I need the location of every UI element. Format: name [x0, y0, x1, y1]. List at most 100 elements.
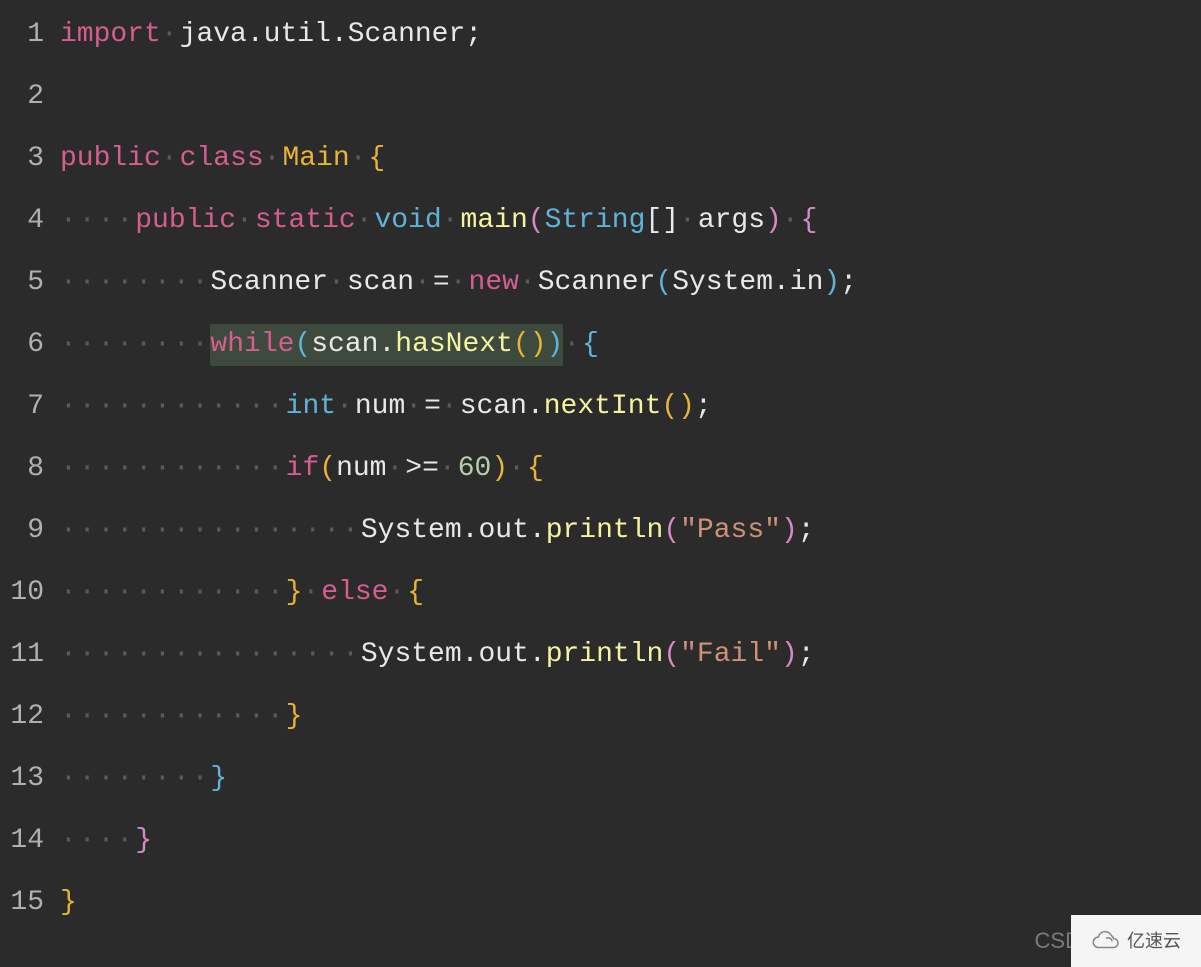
parens: () — [661, 386, 695, 428]
keyword-class: class — [180, 138, 264, 180]
scan-ref: scan. — [311, 329, 395, 360]
code-line: ····} — [60, 810, 1201, 872]
whitespace-dot: · — [450, 262, 469, 304]
whitespace-dot: · — [519, 262, 538, 304]
code-line: ········Scanner·scan·=·new·Scanner(Syste… — [60, 252, 1201, 314]
line-number: 7 — [0, 376, 44, 438]
indent-dots: ············ — [60, 386, 286, 428]
var-num: num — [355, 386, 405, 428]
brace-close: } — [135, 820, 152, 862]
method-println: println — [546, 510, 664, 552]
keyword-void: void — [375, 200, 442, 242]
line-number: 10 — [0, 562, 44, 624]
whitespace-dot: · — [679, 200, 698, 242]
whitespace-dot: · — [563, 324, 582, 366]
code-line: ········while(scan.hasNext())·{ — [60, 314, 1201, 376]
type-scanner: Scanner — [210, 262, 328, 304]
package-path: java.util.Scanner; — [180, 14, 482, 56]
brace-close: } — [210, 758, 227, 800]
keyword-else: else — [321, 572, 388, 614]
code-content[interactable]: import·java.util.Scanner; public·class·M… — [60, 4, 1201, 934]
highlighted-region: while(scan.hasNext()) — [210, 324, 563, 366]
semicolon: ; — [798, 634, 815, 676]
system-in: System.in — [672, 262, 823, 304]
scan-ref: scan. — [460, 386, 544, 428]
string-literal: "Pass" — [680, 510, 781, 552]
indent-dots: ············ — [60, 696, 286, 738]
brace-close: } — [286, 696, 303, 738]
keyword-while: while — [210, 329, 294, 360]
indent-dots: ········ — [60, 324, 210, 366]
brace-open: { — [801, 200, 818, 242]
whitespace-dot: · — [161, 14, 180, 56]
line-number: 3 — [0, 128, 44, 190]
method-main: main — [461, 200, 528, 242]
brace-close: } — [60, 882, 77, 924]
cloud-icon — [1091, 929, 1121, 954]
keyword-public: public — [60, 138, 161, 180]
line-number: 8 — [0, 438, 44, 500]
line-number: 15 — [0, 872, 44, 934]
whitespace-dot: · — [236, 200, 255, 242]
whitespace-dot: · — [405, 386, 424, 428]
operator-gte: >= — [405, 448, 439, 490]
code-line: ················System.out.println("Fail… — [60, 624, 1201, 686]
whitespace-dot: · — [356, 200, 375, 242]
whitespace-dot: · — [336, 386, 355, 428]
brace-open: { — [369, 138, 386, 180]
code-editor[interactable]: 1 2 3 4 5 6 7 8 9 10 11 12 13 14 15 impo… — [0, 0, 1201, 938]
code-line: ············if(num·>=·60)·{ — [60, 438, 1201, 500]
whitespace-dot: · — [439, 448, 458, 490]
keyword-new: new — [469, 262, 519, 304]
whitespace-dot: · — [414, 262, 433, 304]
number-literal: 60 — [458, 448, 492, 490]
parens: () — [513, 329, 547, 360]
line-number: 6 — [0, 314, 44, 376]
whitespace-dot: · — [508, 448, 527, 490]
method-println: println — [546, 634, 664, 676]
keyword-public: public — [135, 200, 236, 242]
keyword-static: static — [255, 200, 356, 242]
paren-open: ( — [528, 200, 545, 242]
keyword-int: int — [286, 386, 336, 428]
line-number: 2 — [0, 66, 44, 128]
indent-dots: ···· — [60, 820, 135, 862]
line-number: 4 — [0, 190, 44, 252]
semicolon: ; — [695, 386, 712, 428]
whitespace-dot: · — [328, 262, 347, 304]
ctor-scanner: Scanner — [538, 262, 656, 304]
paren-close: ) — [765, 200, 782, 242]
method-hasnext: hasNext — [395, 329, 513, 360]
paren-close: ) — [781, 510, 798, 552]
code-line: ····public·static·void·main(String[]·arg… — [60, 190, 1201, 252]
indent-dots: ············ — [60, 448, 286, 490]
code-line: ········} — [60, 748, 1201, 810]
equals: = — [433, 262, 450, 304]
whitespace-dot: · — [264, 138, 283, 180]
line-number: 9 — [0, 500, 44, 562]
semicolon: ; — [840, 262, 857, 304]
paren-close: ) — [781, 634, 798, 676]
brace-close: } — [286, 572, 303, 614]
whitespace-dot: · — [441, 386, 460, 428]
whitespace-dot: · — [302, 572, 321, 614]
code-line: ············} — [60, 686, 1201, 748]
paren-open: ( — [663, 510, 680, 552]
code-line: ················System.out.println("Pass… — [60, 500, 1201, 562]
type-string: String — [545, 200, 646, 242]
watermark-badge: 亿速云 — [1071, 915, 1201, 967]
whitespace-dot: · — [388, 572, 407, 614]
brace-open: { — [582, 324, 599, 366]
code-line: ············int·num·=·scan.nextInt(); — [60, 376, 1201, 438]
indent-dots: ············ — [60, 572, 286, 614]
whitespace-dot: · — [442, 200, 461, 242]
indent-dots: ················ — [60, 634, 361, 676]
class-name: Main — [282, 138, 349, 180]
whitespace-dot: · — [161, 138, 180, 180]
indent-dots: ···· — [60, 200, 135, 242]
string-literal: "Fail" — [680, 634, 781, 676]
code-line — [60, 66, 1201, 128]
line-number: 14 — [0, 810, 44, 872]
param-args: args — [698, 200, 765, 242]
code-line: ············}·else·{ — [60, 562, 1201, 624]
